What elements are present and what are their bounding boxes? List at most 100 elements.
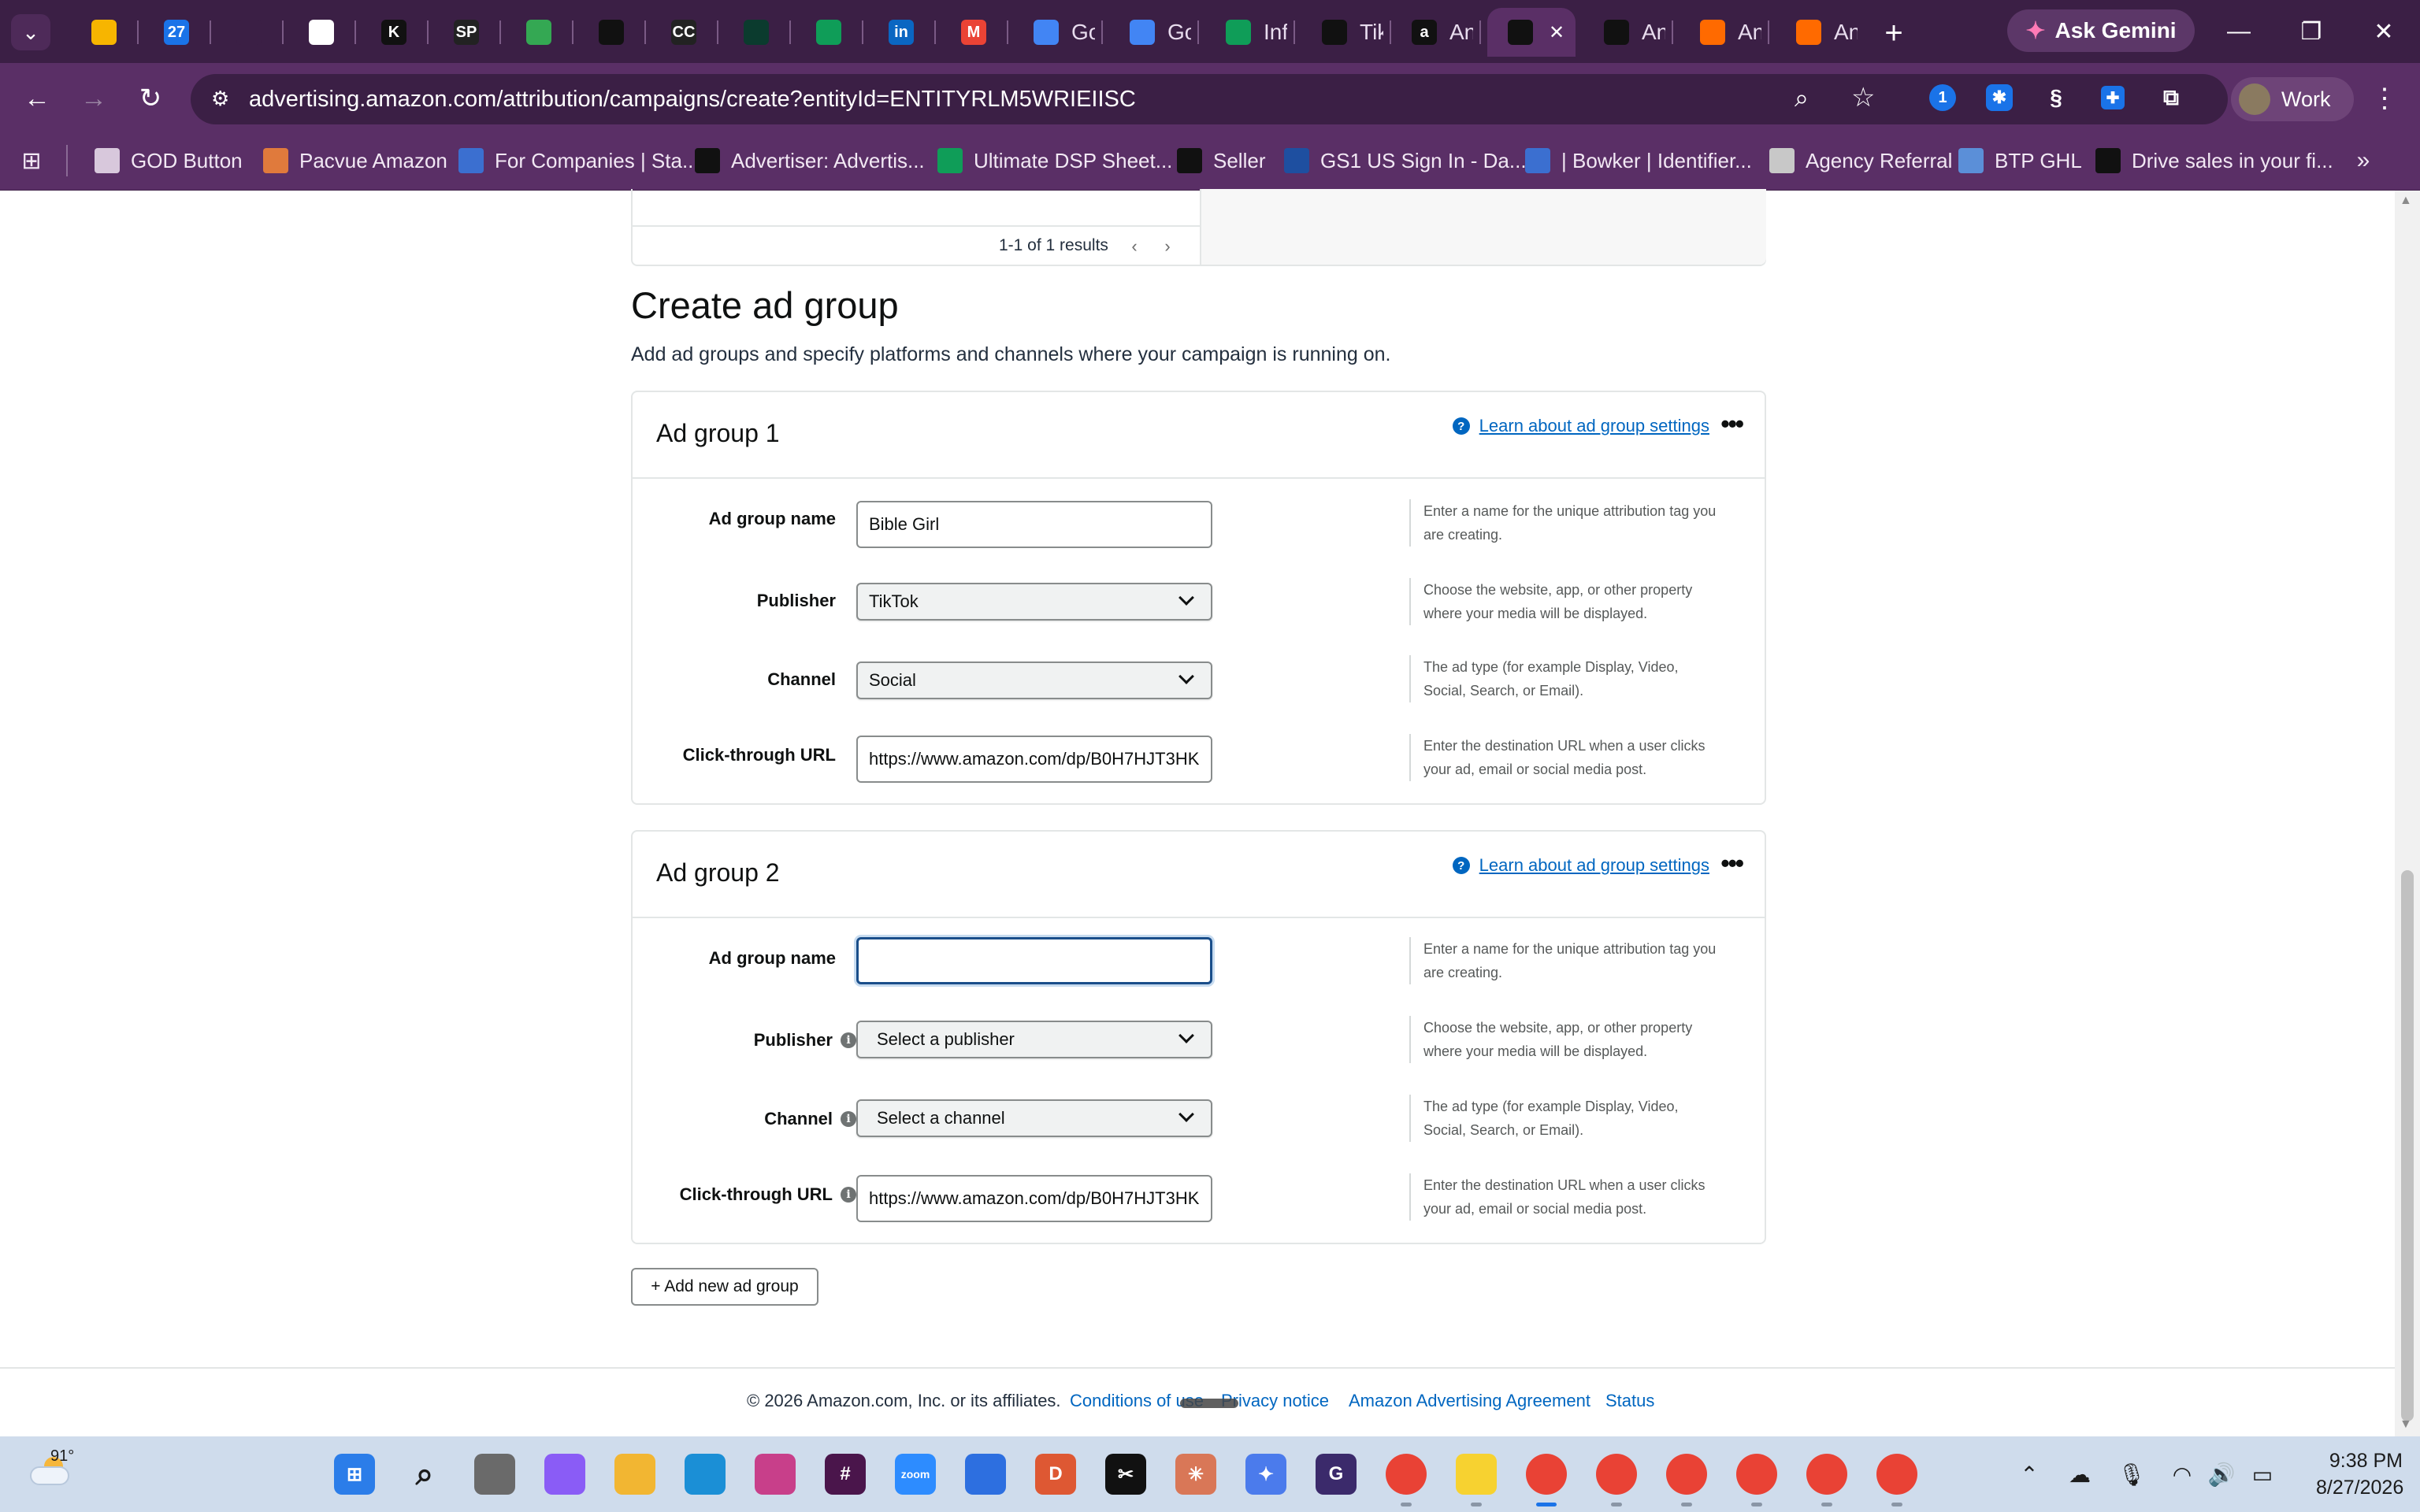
more-options-icon[interactable]: •••	[1720, 410, 1744, 439]
capcut-icon[interactable]: ✂	[1105, 1454, 1146, 1495]
apps-grid-icon[interactable]: ⊞	[17, 146, 46, 175]
ad-group-name-input[interactable]	[856, 937, 1212, 984]
bookmark-item[interactable]: Drive sales in your fi...	[2095, 145, 2333, 176]
back-icon[interactable]: ←	[17, 79, 57, 118]
extension-s-icon[interactable]: §	[2040, 82, 2072, 113]
tab-leaf-logo[interactable]	[723, 8, 786, 57]
show-hidden-icons-chevron-icon[interactable]: ⌃	[2014, 1458, 2045, 1490]
status-link[interactable]: Status	[1605, 1391, 1654, 1411]
next-page-icon[interactable]: ›	[1155, 235, 1180, 258]
tab-amazon-orange[interactable]: An	[1680, 8, 1761, 57]
floating-handle[interactable]	[1180, 1399, 1238, 1408]
profile-button[interactable]: Work	[2231, 77, 2354, 121]
wifi-icon[interactable]: ◠	[2166, 1458, 2198, 1490]
task-view-icon[interactable]	[474, 1454, 515, 1495]
chrome-icon[interactable]	[1806, 1454, 1847, 1495]
channel-select[interactable]: Select a channel	[856, 1099, 1212, 1137]
site-settings-icon[interactable]: ⚙	[211, 87, 229, 111]
file-explorer-icon[interactable]	[614, 1454, 655, 1495]
more-options-icon[interactable]: •••	[1720, 849, 1744, 878]
bookmark-item[interactable]: Ultimate DSP Sheet...	[937, 145, 1172, 176]
weather-widget[interactable]: 91°	[30, 1447, 77, 1496]
claude-icon[interactable]: ✳	[1175, 1454, 1216, 1495]
ask-gemini-button[interactable]: ✦ Ask Gemini	[2007, 9, 2195, 52]
publisher-select[interactable]: Select a publisher	[856, 1021, 1212, 1058]
chrome-icon[interactable]	[1386, 1454, 1427, 1495]
chrome-icon[interactable]	[1736, 1454, 1777, 1495]
advertising-agreement-link[interactable]: Amazon Advertising Agreement	[1349, 1391, 1590, 1411]
tab-tiktok[interactable]: Tik	[1301, 8, 1383, 57]
tab-cc4you[interactable]: CC	[651, 8, 714, 57]
volume-icon[interactable]: 🔊	[2206, 1458, 2237, 1490]
chrome-icon[interactable]	[1526, 1454, 1567, 1495]
tab-lightbulb[interactable]	[71, 8, 134, 57]
bookmark-item[interactable]: GS1 US Sign In - Da...	[1284, 145, 1527, 176]
learn-ad-group-settings-link[interactable]: ? Learn about ad group settings	[1452, 416, 1709, 436]
scrollbar-thumb[interactable]	[2401, 870, 2414, 1421]
clock[interactable]: 9:38 PM 8/27/2026	[2316, 1447, 2403, 1501]
scroll-up-icon[interactable]: ▲	[2400, 194, 2412, 208]
windows-start-icon[interactable]: ⊞	[334, 1454, 375, 1495]
snipping-tool-icon[interactable]	[755, 1454, 796, 1495]
info-icon[interactable]: i	[841, 1187, 856, 1203]
tab-google-docs[interactable]: Go	[1013, 8, 1095, 57]
info-icon[interactable]: i	[841, 1111, 856, 1127]
battery-icon[interactable]: ▭	[2247, 1458, 2278, 1490]
ad-group-name-input[interactable]: Bible Girl	[856, 501, 1212, 548]
g-app-icon[interactable]: G	[1316, 1454, 1357, 1495]
bookmark-item[interactable]: GOD Button	[95, 145, 243, 176]
extensions-puzzle-icon[interactable]: ⧉	[2155, 82, 2187, 113]
duckduckgo-icon[interactable]: D	[1035, 1454, 1076, 1495]
bookmark-star-icon[interactable]: ☆	[1851, 82, 1875, 113]
tab-gmail[interactable]: M	[941, 8, 1004, 57]
click-through-url-input[interactable]: https://www.amazon.com/dp/B0H7HJT3HK	[856, 736, 1212, 783]
copilot-icon[interactable]	[544, 1454, 585, 1495]
microsoft-store-icon[interactable]	[965, 1454, 1006, 1495]
close-window-icon[interactable]: ✕	[2360, 13, 2407, 50]
new-tab-button[interactable]: +	[1872, 11, 1916, 55]
address-bar[interactable]: ⚙ advertising.amazon.com/attribution/cam…	[191, 74, 2228, 124]
tab-amazon-orange[interactable]: An	[1776, 8, 1858, 57]
prev-page-icon[interactable]: ‹	[1122, 235, 1147, 258]
minimize-icon[interactable]: —	[2215, 13, 2262, 50]
chrome-icon[interactable]	[1666, 1454, 1707, 1495]
info-icon[interactable]: i	[841, 1032, 856, 1048]
restore-icon[interactable]: ❐	[2288, 13, 2335, 50]
scroll-down-icon[interactable]: ▼	[2400, 1418, 2412, 1432]
tab-k-logo[interactable]: K	[361, 8, 424, 57]
tab-amazon-ads[interactable]: ✕	[1487, 8, 1576, 57]
chrome-icon[interactable]	[1596, 1454, 1637, 1495]
tab-amazon[interactable]: a An	[1391, 8, 1473, 57]
extension-snowflake-icon[interactable]: ✱	[1984, 82, 2015, 113]
slack-icon[interactable]: #	[825, 1454, 866, 1495]
tab-triangle-logo[interactable]	[578, 8, 641, 57]
learn-ad-group-settings-link[interactable]: ? Learn about ad group settings	[1452, 855, 1709, 876]
reload-icon[interactable]: ↻	[131, 79, 170, 118]
chrome-icon[interactable]	[1876, 1454, 1917, 1495]
search-icon[interactable]: ⌕	[404, 1454, 445, 1495]
add-new-ad-group-button[interactable]: + Add new ad group	[631, 1268, 818, 1306]
tab-clickup[interactable]	[288, 8, 351, 57]
edge-icon[interactable]	[685, 1454, 726, 1495]
menu-kebab-icon[interactable]: ⋮	[2365, 79, 2404, 118]
microphone-icon[interactable]: 🎙	[2116, 1458, 2147, 1490]
close-tab-icon[interactable]: ✕	[1549, 21, 1564, 44]
tab-sp-logo[interactable]: SP	[433, 8, 496, 57]
bookmark-item[interactable]: Agency Referral	[1769, 145, 1952, 176]
bookmark-item[interactable]: Pacvue Amazon	[263, 145, 447, 176]
gemini-icon[interactable]: ✦	[1245, 1454, 1286, 1495]
bookmark-item[interactable]: Advertiser: Advertis...	[695, 145, 925, 176]
tab-search-chevron-icon[interactable]: ⌄	[11, 14, 50, 50]
bookmark-item[interactable]: | Bowker | Identifier...	[1525, 145, 1752, 176]
extension-cross-icon[interactable]: ✚	[2097, 82, 2129, 113]
sticky-notes-icon[interactable]	[1456, 1454, 1497, 1495]
channel-select[interactable]: Social	[856, 662, 1212, 699]
tab-google-sheets[interactable]: Inf	[1205, 8, 1287, 57]
tab-google-drive[interactable]	[506, 8, 569, 57]
tab-amazon-ads[interactable]: An	[1583, 8, 1665, 57]
bookmark-item[interactable]: For Companies | Sta...	[458, 145, 700, 176]
bookmark-item[interactable]: BTP GHL	[1958, 145, 2082, 176]
forward-icon[interactable]: →	[74, 79, 113, 118]
zoom-icon[interactable]: zoom	[895, 1454, 936, 1495]
onedrive-icon[interactable]: ☁	[2064, 1458, 2095, 1490]
